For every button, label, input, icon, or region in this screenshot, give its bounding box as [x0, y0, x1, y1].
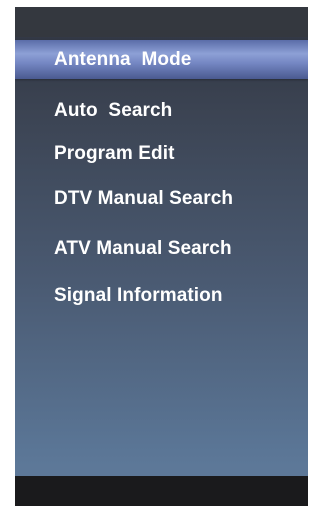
bottom-bar: [15, 476, 308, 506]
menu-item-atv-manual-search[interactable]: ATV Manual Search: [54, 238, 232, 260]
menu-item-signal-information[interactable]: Signal Information: [54, 285, 223, 307]
menu-item-dtv-manual-search[interactable]: DTV Manual Search: [54, 188, 233, 210]
menu-item-program-edit[interactable]: Program Edit: [54, 143, 175, 165]
menu-item-label: Antenna Mode: [54, 49, 192, 70]
menu-item-auto-search[interactable]: Auto Search: [54, 100, 172, 122]
menu-item-antenna-mode[interactable]: Antenna Mode: [15, 40, 308, 79]
tv-menu-panel: Antenna Mode Auto Search Program Edit DT…: [15, 7, 308, 506]
top-bar: [15, 7, 308, 37]
